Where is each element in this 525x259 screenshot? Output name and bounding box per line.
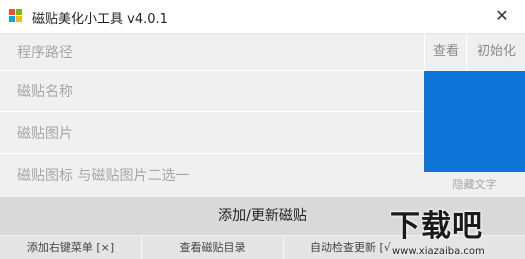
windows-logo-icon [9,9,23,23]
window-title: 磁贴美化小工具 v4.0.1 [32,12,168,27]
tile-preview[interactable] [424,71,525,172]
tile-name-placeholder: 磁贴名称 [17,84,73,100]
watermark-logo: 下载吧 www.xiazaiba.com [384,201,525,259]
app-window: 磁贴美化小工具 v4.0.1 ✕ 程序路径 查看 初始化 磁贴名称 磁贴图片 磁… [0,0,525,259]
watermark-title: 下载吧 [390,209,483,244]
close-button[interactable]: ✕ [479,0,525,33]
program-path-field[interactable]: 程序路径 [0,34,424,71]
hidden-text-toggle[interactable]: 隐藏文字 [424,172,525,196]
view-button[interactable]: 查看 [424,34,467,70]
tile-icon-placeholder: 磁贴图标 与磁贴图片二选一 [17,168,190,184]
title-bar: 磁贴美化小工具 v4.0.1 ✕ [0,0,525,34]
watermark-url: www.xiazaiba.com [392,246,485,257]
tile-image-placeholder: 磁贴图片 [17,125,73,142]
tile-icon-field[interactable]: 磁贴图标 与磁贴图片二选一 [0,154,424,196]
initialize-button[interactable]: 初始化 [466,34,525,70]
view-tile-dir-button[interactable]: 查看磁贴目录 [142,236,284,259]
program-path-placeholder: 程序路径 [17,45,73,61]
add-context-menu-button[interactable]: 添加右键菜单 [×] [0,236,142,259]
close-icon: ✕ [495,6,509,25]
tile-image-field[interactable]: 磁贴图片 [0,112,424,154]
tile-name-field[interactable]: 磁贴名称 [0,71,424,112]
